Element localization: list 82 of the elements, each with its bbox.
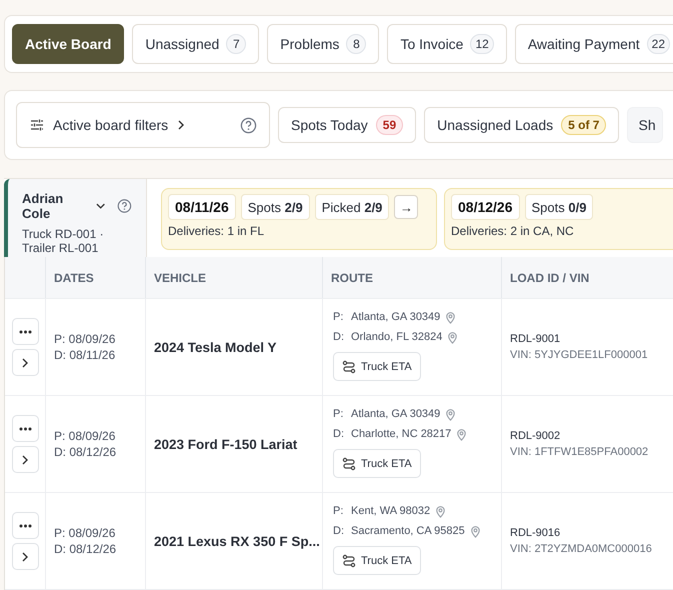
deliveries-text: Deliveries: 2 in CA, NC	[451, 224, 575, 238]
day-stat: Picked 2/9	[314, 194, 390, 220]
tab[interactable]: To Invoice 12	[387, 24, 507, 64]
tab[interactable]: Problems 8	[267, 24, 380, 64]
column-header: ROUTE	[331, 270, 373, 284]
filter-chip[interactable]: Sh	[627, 107, 663, 143]
more-button[interactable]	[12, 512, 38, 539]
more-button[interactable]	[12, 318, 38, 345]
day-date: 08/12/26	[451, 194, 520, 220]
chevron-down-icon[interactable]	[96, 202, 106, 210]
help-icon[interactable]	[240, 116, 257, 134]
stop-prefix: D:	[333, 428, 345, 440]
stop-prefix: P:	[333, 311, 344, 323]
count-badge: 59	[376, 115, 404, 135]
vin-text: VIN: 5YJYGDEE1LF000001	[510, 348, 649, 363]
count-badge: 22	[646, 34, 670, 54]
map-pin-icon	[446, 330, 460, 344]
route-icon	[342, 554, 356, 568]
count-badge: 8	[346, 34, 366, 54]
delivery-date: D: 08/12/26	[54, 541, 118, 557]
stop-location: Orlando, FL 32824	[351, 331, 442, 343]
deliveries-text: Deliveries: 1 in FL	[168, 224, 266, 238]
help-icon[interactable]	[117, 198, 132, 214]
column-header: LOAD ID / VIN	[510, 270, 590, 284]
chevron-right-icon	[21, 454, 29, 466]
column-header: DATES	[54, 270, 94, 284]
stop-prefix: P:	[333, 408, 344, 420]
stop-location: Sacramento, CA 95825	[351, 525, 465, 537]
stop-prefix: P:	[333, 505, 344, 517]
stop-location: Kent, WA 98032	[351, 505, 430, 517]
driver-name[interactable]: Adrian Cole	[22, 191, 90, 221]
tab[interactable]: Unassigned 7	[132, 24, 260, 64]
vehicle-name: 2021 Lexus RX 350 F Sp...	[154, 534, 320, 548]
next-button[interactable]: →	[394, 195, 418, 219]
count-badge: 7	[226, 34, 246, 54]
load-id: RDL-9016	[510, 526, 562, 541]
map-pin-icon	[444, 310, 458, 324]
count-badge: 12	[470, 34, 494, 54]
delivery-date: D: 08/11/26	[54, 347, 116, 363]
more-button[interactable]	[12, 415, 38, 442]
stop-location: Charlotte, NC 28217	[351, 428, 452, 440]
filters-button[interactable]: Active board filters	[16, 102, 270, 148]
pickup-date: P: 08/09/26	[54, 331, 116, 347]
equipment-text: Truck RD-001 · Trailer RL-001	[22, 227, 105, 255]
day-stat: Spots 2/9	[240, 194, 310, 220]
stop-prefix: D:	[333, 525, 345, 537]
column-header: VEHICLE	[154, 270, 206, 284]
pickup-date: P: 08/09/26	[54, 525, 116, 541]
vehicle-name: 2023 Ford F-150 Lariat	[154, 436, 298, 452]
filter-chip[interactable]: Unassigned Loads 5 of 7	[424, 107, 620, 143]
more-icon	[18, 524, 32, 528]
truck-eta-button[interactable]: Truck ETA	[333, 352, 421, 381]
truck-eta-button[interactable]: Truck ETA	[333, 449, 421, 478]
route-icon	[342, 360, 356, 374]
day-date: 08/11/26	[168, 194, 236, 220]
sliders-icon	[29, 117, 45, 133]
more-icon	[18, 330, 32, 334]
map-pin-icon	[444, 408, 458, 420]
stop-location: Atlanta, GA 30349	[351, 408, 440, 420]
stop-prefix: D:	[333, 331, 345, 343]
map-pin-icon	[434, 504, 448, 518]
vin-text: VIN: 2T2YZMDA0MC000016	[510, 542, 653, 557]
map-pin-icon	[468, 524, 482, 538]
vin-text: VIN: 1FTFW1E85PFA00002	[510, 445, 650, 460]
truck-eta-button[interactable]: Truck ETA	[333, 546, 421, 575]
count-badge: 5 of 7	[561, 115, 606, 135]
filter-chip[interactable]: Spots Today 59	[278, 107, 416, 143]
chevron-right-icon	[21, 356, 29, 368]
load-id: RDL-9002	[510, 429, 562, 444]
more-icon	[18, 426, 32, 430]
map-pin-icon	[455, 428, 468, 440]
stop-location: Atlanta, GA 30349	[351, 311, 440, 323]
day-stat: Spots 0/9	[524, 194, 594, 220]
pickup-date: P: 08/09/26	[54, 428, 116, 444]
delivery-date: D: 08/12/26	[54, 444, 118, 460]
chevron-right-icon	[176, 119, 186, 131]
tab[interactable]: Active Board	[12, 24, 124, 64]
load-id: RDL-9001	[510, 332, 562, 347]
vehicle-name: 2024 Tesla Model Y	[154, 340, 277, 354]
route-icon	[342, 456, 356, 470]
tab[interactable]: Awaiting Payment 22	[514, 24, 673, 64]
chevron-right-icon	[21, 550, 29, 562]
